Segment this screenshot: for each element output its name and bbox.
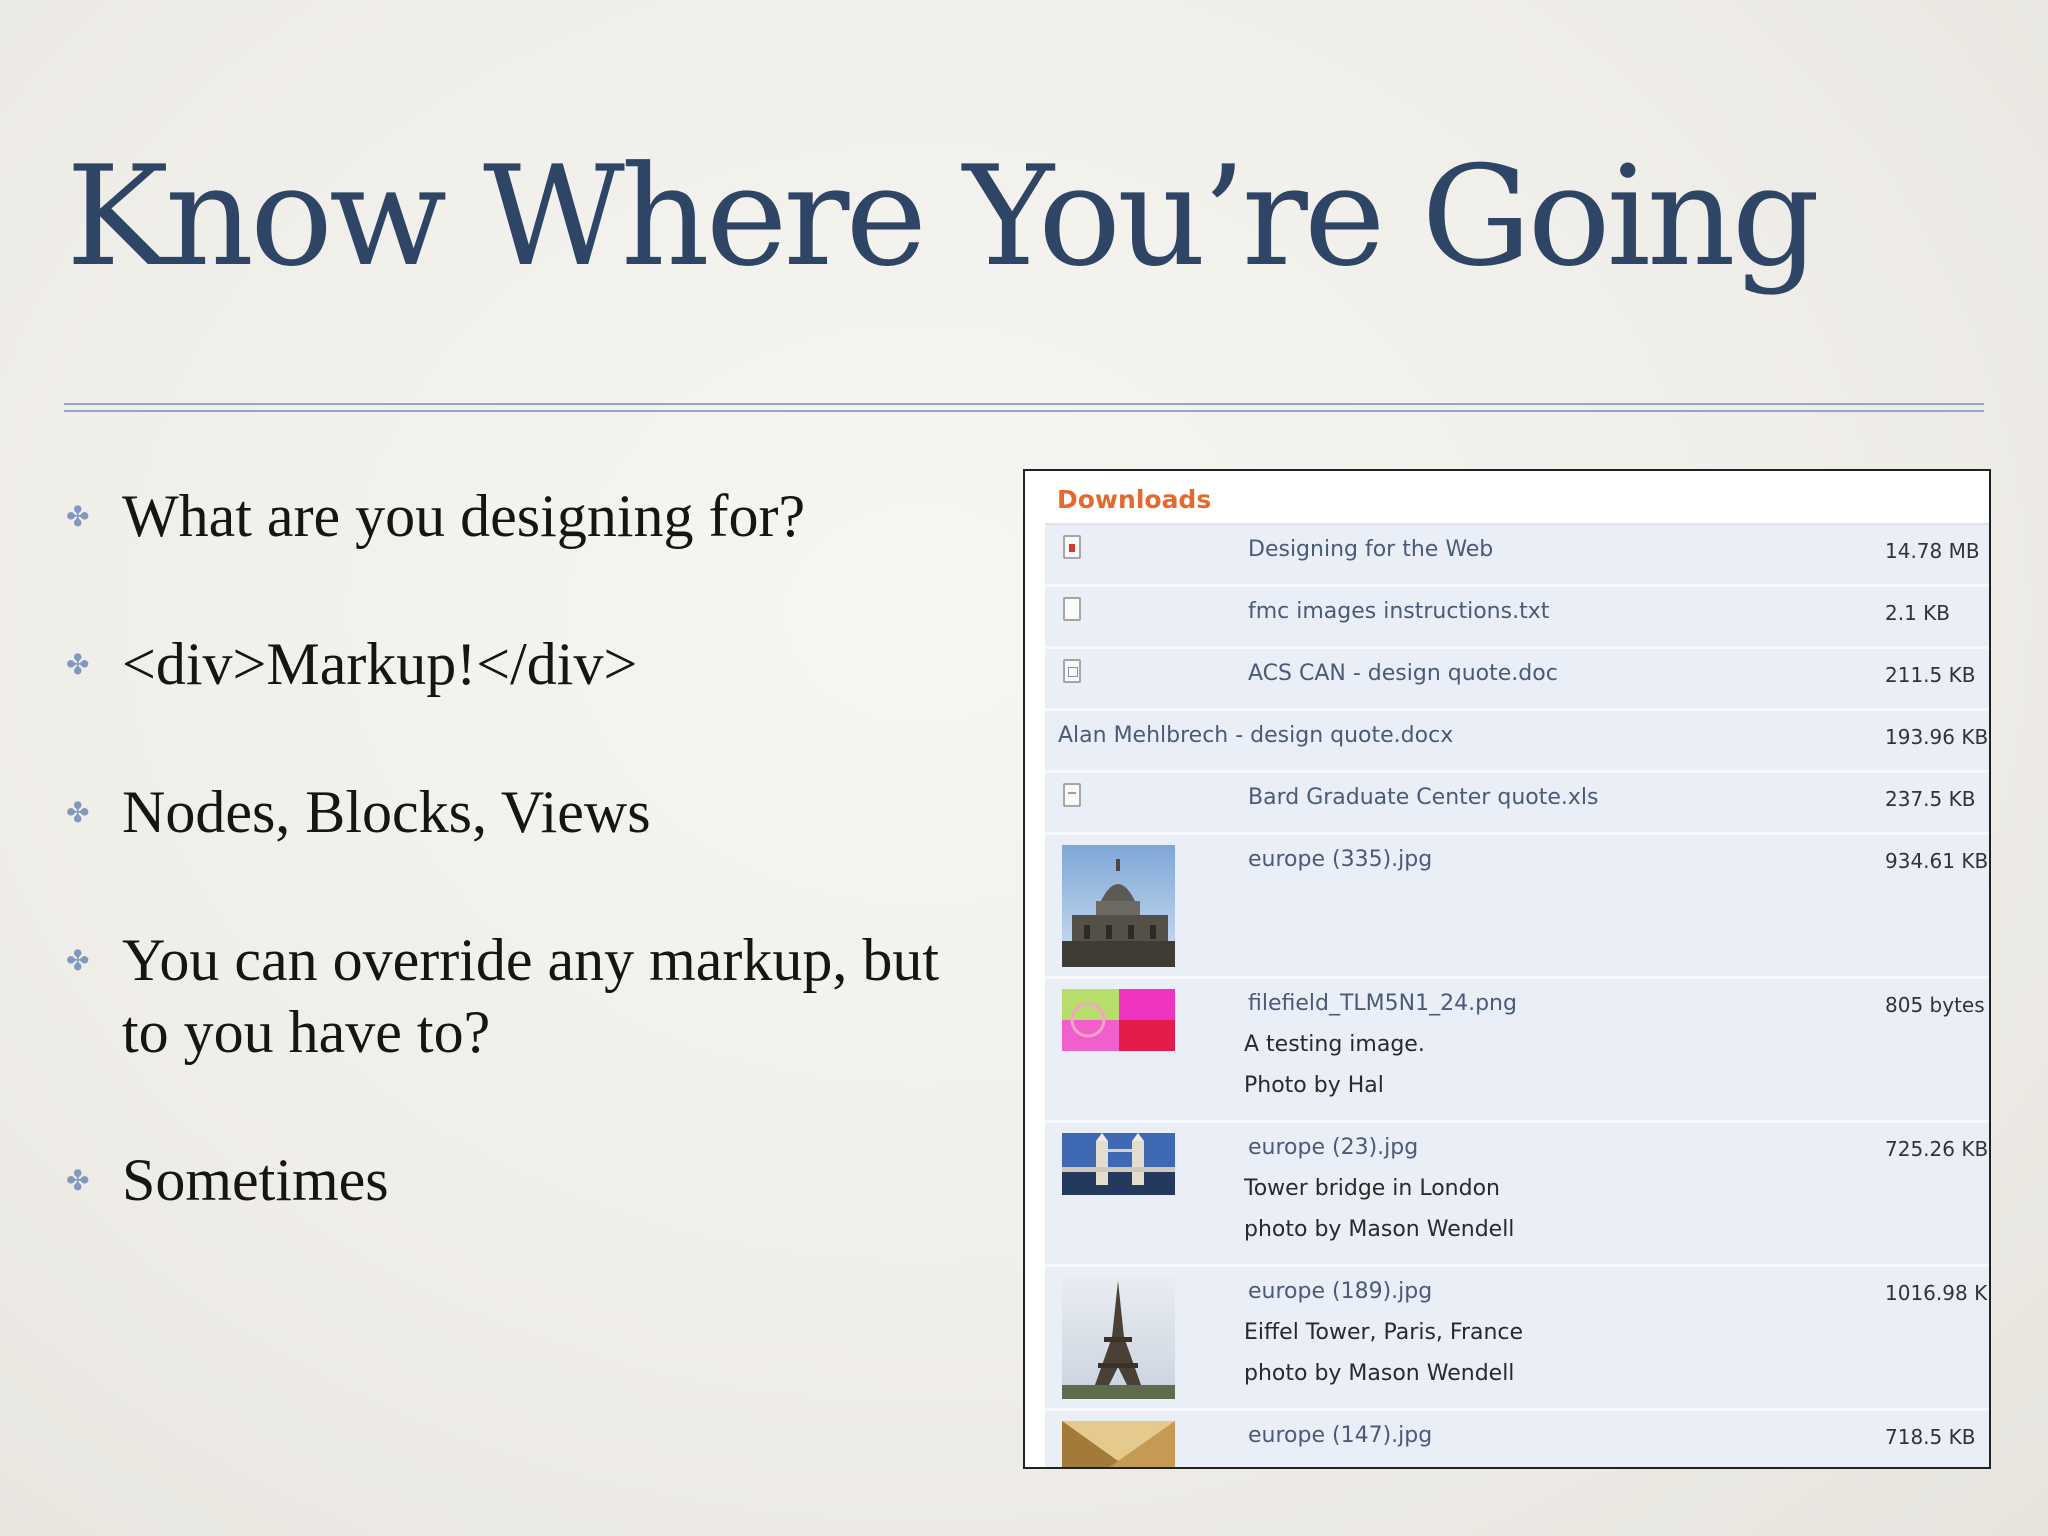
image-thumbnail[interactable] bbox=[1062, 1133, 1175, 1195]
download-row[interactable]: europe (335).jpg 934.61 KB bbox=[1045, 835, 1989, 979]
download-row[interactable]: Designing for the Web 14.78 MB bbox=[1045, 525, 1989, 587]
image-caption: A testing image. bbox=[1244, 1032, 1425, 1057]
download-row[interactable]: Bard Graduate Center quote.xls 237.5 KB bbox=[1045, 773, 1989, 835]
word-file-icon bbox=[1063, 659, 1081, 683]
title-divider-top bbox=[64, 403, 1984, 405]
file-size: 2.1 KB bbox=[1885, 601, 1950, 625]
image-credit: photo by Mason Wendell bbox=[1244, 1361, 1515, 1386]
file-size: 237.5 KB bbox=[1885, 787, 1976, 811]
file-size: 805 bytes bbox=[1885, 993, 1985, 1017]
download-row[interactable]: Alan Mehlbrech - design quote.docx 193.9… bbox=[1045, 711, 1989, 773]
download-row[interactable]: europe (189).jpg 1016.98 KB Eiffel Tower… bbox=[1045, 1267, 1989, 1411]
image-thumbnail[interactable] bbox=[1062, 1277, 1175, 1399]
file-size: 211.5 KB bbox=[1885, 663, 1976, 687]
download-link[interactable]: fmc images instructions.txt bbox=[1248, 599, 1549, 624]
download-link[interactable]: europe (189).jpg bbox=[1248, 1279, 1432, 1304]
file-size: 725.26 KB bbox=[1885, 1137, 1989, 1161]
image-caption: Tower bridge in London bbox=[1244, 1176, 1500, 1201]
slide-title: Know Where You’re Going bbox=[66, 136, 1820, 297]
download-link[interactable]: Alan Mehlbrech - design quote.docx bbox=[1058, 723, 1453, 748]
download-link[interactable]: europe (23).jpg bbox=[1248, 1135, 1418, 1160]
bullet-text: Nodes, Blocks, Views bbox=[122, 779, 651, 845]
image-credit: Photo by Hal bbox=[1244, 1073, 1384, 1098]
download-row[interactable]: europe (23).jpg 725.26 KB Tower bridge i… bbox=[1045, 1123, 1989, 1267]
download-link[interactable]: europe (147).jpg bbox=[1248, 1423, 1432, 1448]
downloads-header: Downloads bbox=[1045, 475, 1989, 525]
image-thumbnail[interactable] bbox=[1062, 1421, 1175, 1467]
download-link[interactable]: ACS CAN - design quote.doc bbox=[1248, 661, 1558, 686]
bullet-text: <div>Markup!</div> bbox=[122, 631, 638, 697]
file-size: 934.61 KB bbox=[1885, 849, 1989, 873]
downloads-heading: Downloads bbox=[1057, 485, 1212, 514]
bullet-glyph: ✤ bbox=[66, 796, 90, 829]
download-link[interactable]: Bard Graduate Center quote.xls bbox=[1248, 785, 1598, 810]
downloads-screenshot: Downloads Designing for the Web 14.78 MB… bbox=[1023, 469, 1991, 1469]
download-row[interactable]: europe (147).jpg 718.5 KB bbox=[1045, 1411, 1989, 1467]
text-file-icon bbox=[1063, 597, 1081, 621]
download-row[interactable]: fmc images instructions.txt 2.1 KB bbox=[1045, 587, 1989, 649]
file-size: 193.96 KB bbox=[1885, 725, 1989, 749]
bullet-glyph: ✤ bbox=[66, 944, 90, 977]
image-credit: photo by Mason Wendell bbox=[1244, 1217, 1515, 1242]
download-row[interactable]: ACS CAN - design quote.doc 211.5 KB bbox=[1045, 649, 1989, 711]
pdf-file-icon bbox=[1063, 535, 1081, 559]
file-size: 14.78 MB bbox=[1885, 539, 1980, 563]
bullet-text: What are you designing for? bbox=[122, 483, 806, 549]
bullet-glyph: ✤ bbox=[66, 648, 90, 681]
bullet-text: Sometimes bbox=[122, 1147, 389, 1213]
bullet-glyph: ✤ bbox=[66, 500, 90, 533]
download-row[interactable]: filefield_TLM5N1_24.png 805 bytes A test… bbox=[1045, 979, 1989, 1123]
image-thumbnail[interactable] bbox=[1062, 989, 1175, 1051]
download-link[interactable]: europe (335).jpg bbox=[1248, 847, 1432, 872]
title-divider-bottom bbox=[64, 410, 1984, 412]
downloads-list: Designing for the Web 14.78 MB fmc image… bbox=[1045, 525, 1989, 1467]
image-caption: Eiffel Tower, Paris, France bbox=[1244, 1320, 1524, 1345]
file-size: 1016.98 KB bbox=[1885, 1281, 1991, 1305]
bullet-text: You can override any markup, but to you … bbox=[122, 927, 940, 1065]
spreadsheet-file-icon bbox=[1063, 783, 1081, 807]
image-thumbnail[interactable] bbox=[1062, 845, 1175, 967]
file-size: 718.5 KB bbox=[1885, 1425, 1976, 1449]
download-link[interactable]: Designing for the Web bbox=[1248, 537, 1493, 562]
download-link[interactable]: filefield_TLM5N1_24.png bbox=[1248, 991, 1517, 1016]
bullet-glyph: ✤ bbox=[66, 1164, 90, 1197]
